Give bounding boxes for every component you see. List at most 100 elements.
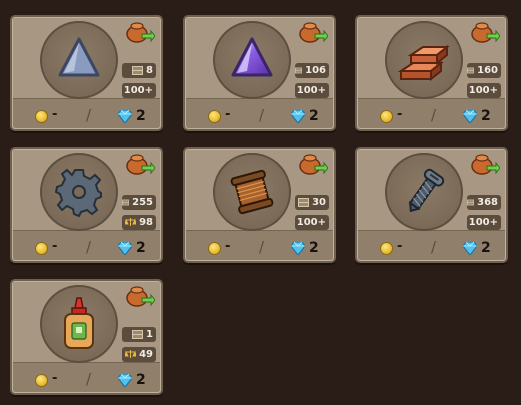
gem-icon xyxy=(118,374,132,387)
stock-count: 8 xyxy=(146,65,153,76)
coin-price: - xyxy=(52,239,58,254)
limit-badge: 100+ xyxy=(295,215,329,230)
stock-badge: 160 xyxy=(467,63,501,78)
crate-icon xyxy=(298,198,310,207)
item-card-thread-spool[interactable]: 30 100+ - / 2 xyxy=(183,147,336,263)
limit-badge: 100+ xyxy=(467,83,501,98)
limit-badge: 49 xyxy=(122,347,156,362)
limit-count: 100+ xyxy=(468,217,498,228)
coin-icon xyxy=(208,242,221,255)
stock-badge: 1 xyxy=(122,327,156,342)
item-slot xyxy=(40,285,118,363)
stock-badge: 255 xyxy=(122,195,156,210)
crate-icon xyxy=(295,67,303,74)
gem-price: 2 xyxy=(136,240,146,256)
sell-sack-icon[interactable] xyxy=(298,21,328,43)
sell-sack-icon[interactable] xyxy=(298,153,328,175)
stock-badge: 8 xyxy=(122,63,156,78)
stock-count: 368 xyxy=(477,197,498,208)
triangle-stone-icon xyxy=(58,37,100,77)
glue-bottle-icon xyxy=(64,297,94,349)
coin-price: - xyxy=(52,107,58,122)
item-slot xyxy=(213,153,291,231)
item-slot xyxy=(213,21,291,99)
sell-sack-icon[interactable] xyxy=(470,153,500,175)
limit-count: 100+ xyxy=(468,85,498,96)
price-separator: / xyxy=(86,370,92,388)
item-slot xyxy=(385,21,463,99)
item-slot xyxy=(40,21,118,99)
coin-icon xyxy=(380,242,393,255)
gem-icon xyxy=(463,110,477,123)
coin-price: - xyxy=(397,239,403,254)
crate-icon xyxy=(467,67,475,74)
gem-icon xyxy=(291,110,305,123)
price-separator: / xyxy=(86,238,92,256)
screw-icon xyxy=(408,168,445,213)
sell-sack-icon[interactable] xyxy=(470,21,500,43)
coin-icon xyxy=(35,242,48,255)
stock-badge: 30 xyxy=(295,195,329,210)
stock-badge: 106 xyxy=(295,63,329,78)
limit-count: 100+ xyxy=(296,85,326,96)
gem-price: 2 xyxy=(309,240,319,256)
limit-badge: 98 xyxy=(122,215,156,230)
coin-icon xyxy=(208,110,221,123)
limit-badge: 100+ xyxy=(295,83,329,98)
sell-sack-icon[interactable] xyxy=(125,21,155,43)
coin-price: - xyxy=(397,107,403,122)
thread-spool-icon xyxy=(230,169,274,215)
copper-ingot-icon xyxy=(397,44,450,82)
limit-count: 100+ xyxy=(123,85,153,96)
limit-badge: 100+ xyxy=(122,83,156,98)
gear-icon xyxy=(54,168,102,218)
price-separator: / xyxy=(259,238,265,256)
price-separator: / xyxy=(259,106,265,124)
gem-icon xyxy=(118,242,132,255)
price-separator: / xyxy=(86,106,92,124)
stock-count: 1 xyxy=(146,329,153,340)
item-card-glue-bottle[interactable]: 1 49 - / 2 xyxy=(10,279,163,395)
stock-count: 160 xyxy=(477,65,498,76)
coin-icon xyxy=(380,110,393,123)
crate-icon xyxy=(132,66,144,75)
crate-icon xyxy=(467,199,475,206)
coin-price: - xyxy=(225,107,231,122)
price-separator: / xyxy=(431,106,437,124)
gem-price: 2 xyxy=(481,240,491,256)
item-card-crystal[interactable]: 106 100+ - / 2 xyxy=(183,15,336,131)
item-slot xyxy=(40,153,118,231)
limit-count: 49 xyxy=(139,349,153,360)
stock-count: 106 xyxy=(305,65,326,76)
gem-icon xyxy=(463,242,477,255)
gem-icon xyxy=(291,242,305,255)
crate-icon xyxy=(132,330,144,339)
scale-icon xyxy=(125,218,137,226)
gem-price: 2 xyxy=(481,108,491,124)
sell-sack-icon[interactable] xyxy=(125,153,155,175)
stock-count: 30 xyxy=(312,197,326,208)
item-card-gear[interactable]: 255 98 - / 2 xyxy=(10,147,163,263)
gem-icon xyxy=(118,110,132,123)
gem-price: 2 xyxy=(136,108,146,124)
stock-badge: 368 xyxy=(467,195,501,210)
sell-sack-icon[interactable] xyxy=(125,285,155,307)
item-slot xyxy=(385,153,463,231)
item-card-copper-ingot[interactable]: 160 100+ - / 2 xyxy=(355,15,508,131)
limit-count: 98 xyxy=(139,217,153,228)
limit-count: 100+ xyxy=(296,217,326,228)
gem-price: 2 xyxy=(309,108,319,124)
limit-badge: 100+ xyxy=(467,215,501,230)
coin-price: - xyxy=(225,239,231,254)
coin-icon xyxy=(35,374,48,387)
price-separator: / xyxy=(431,238,437,256)
crystal-icon xyxy=(231,37,273,77)
gem-price: 2 xyxy=(136,372,146,388)
coin-price: - xyxy=(52,371,58,386)
coin-icon xyxy=(35,110,48,123)
scale-icon xyxy=(125,350,137,358)
item-card-screw[interactable]: 368 100+ - / 2 xyxy=(355,147,508,263)
crate-icon xyxy=(122,199,130,206)
item-card-triangle-stone[interactable]: 8 100+ - / 2 xyxy=(10,15,163,131)
stock-count: 255 xyxy=(132,197,153,208)
